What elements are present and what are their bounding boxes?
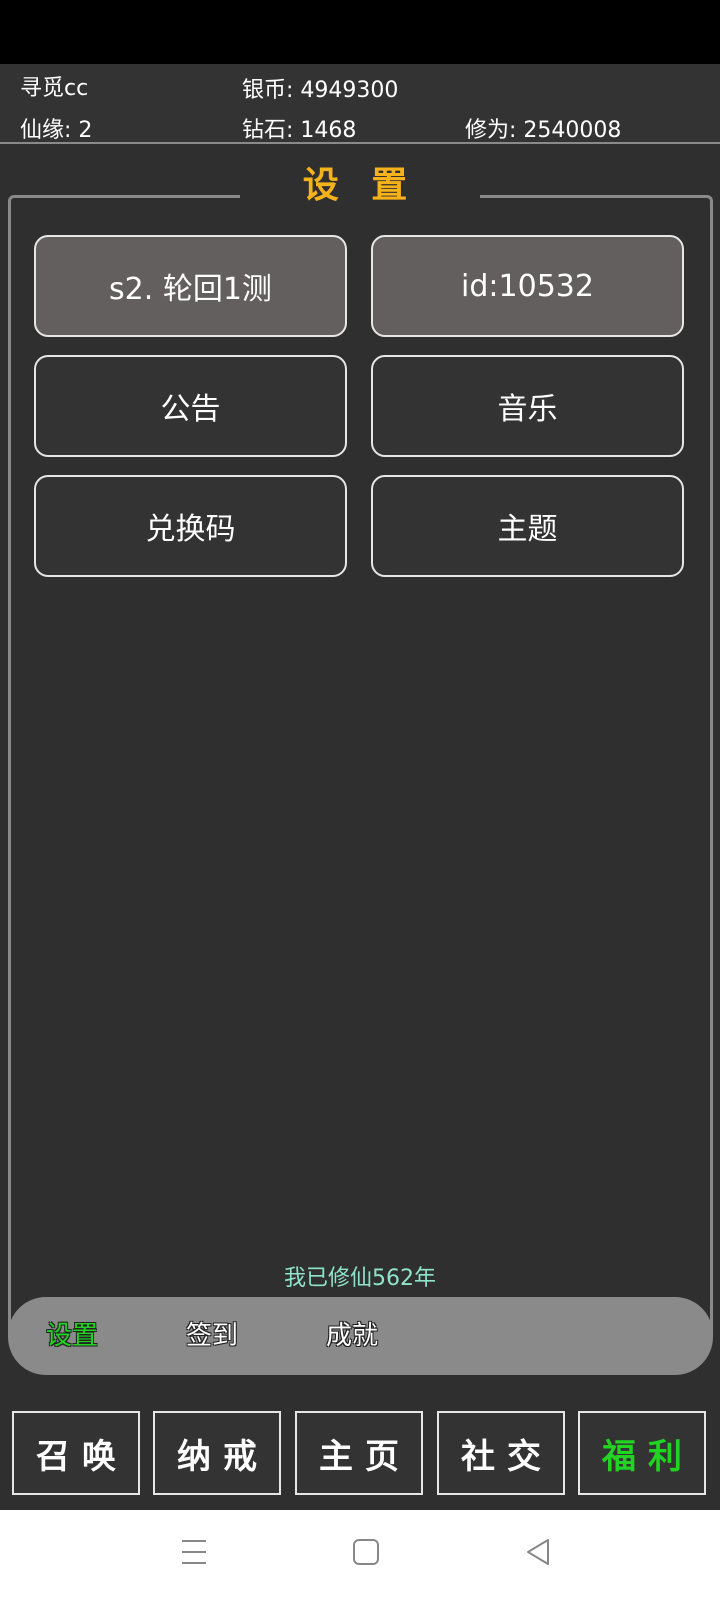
nav-social-button[interactable]: 社交 [437,1411,565,1495]
sub-tab-bar: 设置 签到 成就 [8,1297,713,1375]
tab-settings[interactable]: 设置 [46,1297,98,1375]
server-button[interactable]: s2. 轮回1测 [34,235,347,337]
menu-icon[interactable] [180,1537,208,1567]
tab-achievements[interactable]: 成就 [326,1297,378,1375]
cultivation-years-text: 我已修仙562年 [284,1266,436,1291]
nav-summon-button[interactable]: 召唤 [12,1411,140,1495]
status-bar [0,0,720,64]
player-id-button[interactable]: id:10532 [371,235,684,337]
player-info-bar: 寻觅cc 银币: 4949300 仙缘: 2 钻石: 1468 修为: 2540… [0,64,720,143]
divider [0,142,720,144]
music-button[interactable]: 音乐 [371,355,684,457]
theme-button[interactable]: 主题 [371,475,684,577]
back-icon[interactable] [524,1537,552,1567]
tab-checkin[interactable]: 签到 [186,1297,238,1375]
announcement-button[interactable]: 公告 [34,355,347,457]
fate-counter: 仙缘: 2 [20,118,93,143]
redeem-code-button[interactable]: 兑换码 [34,475,347,577]
nav-home-button[interactable]: 主页 [295,1411,423,1495]
nav-welfare-button[interactable]: 福利 [578,1411,706,1495]
player-name: 寻觅cc [20,76,89,101]
cultivation-counter: 修为: 2540008 [465,118,622,143]
system-nav-bar [0,1510,720,1600]
home-icon[interactable] [352,1537,380,1567]
nav-ring-button[interactable]: 纳戒 [153,1411,281,1495]
silver-counter: 银币: 4949300 [242,78,399,103]
diamond-counter: 钻石: 1468 [242,118,357,143]
panel-title: 设 置 [240,160,480,212]
